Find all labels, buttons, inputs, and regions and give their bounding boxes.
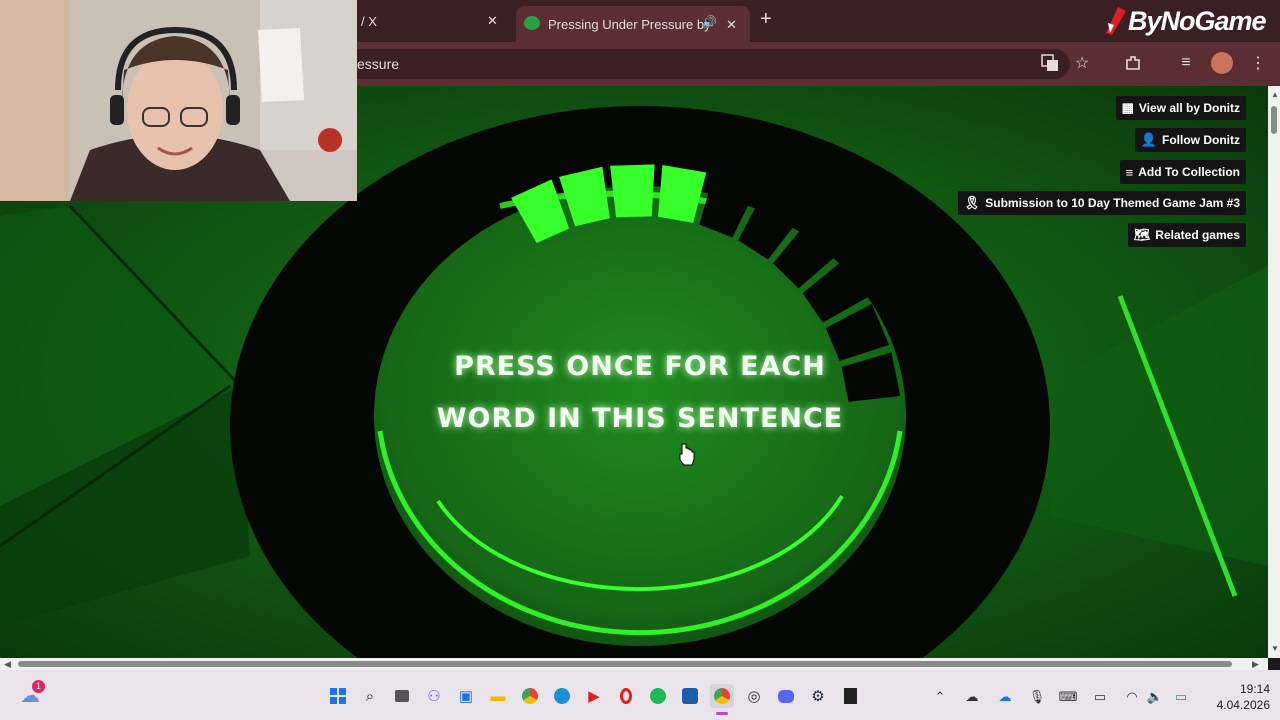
- epic-games-icon[interactable]: [838, 684, 862, 708]
- active-app-indicator: [716, 712, 728, 715]
- watermark-icon: [1106, 7, 1126, 35]
- wifi-icon[interactable]: ◠: [1123, 688, 1141, 706]
- onedrive-error-icon[interactable]: ☁: [963, 688, 981, 706]
- store-app-icon[interactable]: ▣: [454, 684, 478, 708]
- volume-icon[interactable]: 🔈: [1146, 688, 1164, 706]
- progress-segment: [610, 164, 655, 218]
- task-view-icon[interactable]: [390, 684, 414, 708]
- view-all-label: View all by Donitz: [1138, 101, 1240, 115]
- chrome-icon[interactable]: [518, 684, 542, 708]
- chrome-active-icon[interactable]: [710, 684, 734, 708]
- bookmark-star-icon[interactable]: ☆: [1068, 49, 1096, 77]
- menu-kebab-icon[interactable]: ⋮: [1244, 49, 1272, 77]
- instruction-line-1: PRESS ONCE FOR EACH: [454, 351, 826, 382]
- keyboard-icon[interactable]: ⌨: [1059, 688, 1078, 706]
- add-collection-label: Add To Collection: [1138, 165, 1240, 179]
- onedrive-icon[interactable]: ☁: [996, 688, 1014, 706]
- media-control-icon[interactable]: ≡: [1172, 49, 1200, 77]
- tab-active[interactable]: Pressing Under Pressure by 🔊 ✕: [516, 6, 750, 42]
- watermark-logo: ByNoGame: [1100, 2, 1280, 40]
- edge-icon[interactable]: [550, 684, 574, 708]
- scroll-left-icon[interactable]: ◀: [4, 659, 11, 670]
- related-games-button[interactable]: 🗺 Related games: [1127, 223, 1246, 247]
- scroll-up-icon[interactable]: ▲: [1271, 90, 1279, 99]
- related-label: Related games: [1155, 228, 1240, 242]
- map-icon: 🗺: [1133, 227, 1151, 242]
- instruction-text: PRESS ONCE FOR EACH WORD IN THIS SENTENC…: [380, 341, 900, 445]
- media-player-icon[interactable]: ▶: [582, 684, 606, 708]
- microphone-icon[interactable]: 🎙: [1028, 688, 1046, 706]
- notification-badge: 1: [32, 680, 45, 693]
- start-icon[interactable]: [326, 684, 350, 708]
- weather-widget[interactable]: ☁ 1: [20, 680, 46, 707]
- speaker-icon[interactable]: 🔊: [702, 15, 717, 29]
- file-explorer-icon[interactable]: ▬: [486, 684, 510, 708]
- horizontal-scrollbar[interactable]: ◀ ▶: [0, 658, 1268, 670]
- add-user-icon: 👤: [1140, 132, 1158, 147]
- tab-favicon-icon: [524, 16, 540, 30]
- award-icon: 🎗: [963, 195, 981, 210]
- address-bar[interactable]: essure: [300, 49, 1070, 79]
- spotify-icon[interactable]: [646, 684, 670, 708]
- submission-button[interactable]: 🎗 Submission to 10 Day Themed Game Jam #3: [957, 191, 1246, 215]
- profile-avatar[interactable]: [1211, 52, 1233, 74]
- vertical-scroll-thumb[interactable]: [1271, 106, 1277, 134]
- search-icon[interactable]: ⌕: [358, 684, 382, 708]
- translate-icon[interactable]: [1036, 49, 1064, 77]
- add-collection-button[interactable]: ≡ Add To Collection: [1119, 160, 1246, 184]
- clock-time: 19:14: [1239, 682, 1270, 696]
- address-text: essure: [357, 56, 400, 72]
- close-icon[interactable]: ✕: [726, 17, 737, 33]
- horizontal-scroll-thumb[interactable]: [18, 661, 1232, 667]
- battery-icon[interactable]: ▭: [1172, 688, 1190, 706]
- tab-previous[interactable]: / X ✕: [357, 7, 517, 35]
- submission-label: Submission to 10 Day Themed Game Jam #3: [985, 196, 1240, 210]
- close-icon[interactable]: ✕: [487, 13, 498, 29]
- webcam-overlay: [0, 0, 357, 201]
- instruction-line-2: WORD IN THIS SENTENCE: [436, 403, 844, 434]
- scroll-down-icon[interactable]: ▼: [1271, 644, 1279, 653]
- webcam-image: [0, 0, 357, 201]
- store-icon: ▦: [1121, 100, 1134, 115]
- taskbar: [0, 670, 1280, 720]
- follow-button[interactable]: 👤 Follow Donitz: [1134, 128, 1246, 152]
- follow-label: Follow Donitz: [1162, 133, 1240, 147]
- new-tab-button[interactable]: +: [760, 8, 772, 31]
- watermark-text: ByNoGame: [1128, 5, 1267, 36]
- code-app-icon[interactable]: [678, 684, 702, 708]
- vertical-scrollbar[interactable]: ▲ ▼: [1268, 86, 1280, 658]
- clock-date: 4.04.2026: [1216, 698, 1270, 712]
- display-icon[interactable]: ▭: [1091, 688, 1109, 706]
- view-all-button[interactable]: ▦ View all by Donitz: [1115, 96, 1246, 120]
- obs-icon[interactable]: ◎: [742, 684, 766, 708]
- add-list-icon: ≡: [1125, 164, 1134, 180]
- scroll-right-icon[interactable]: ▶: [1252, 659, 1259, 670]
- tray-overflow-icon[interactable]: ⌃: [931, 688, 949, 706]
- discord-icon[interactable]: [774, 684, 798, 708]
- extensions-icon[interactable]: [1119, 49, 1147, 77]
- steam-icon[interactable]: ⚙: [806, 684, 830, 708]
- tab-active-label: Pressing Under Pressure by: [548, 17, 711, 32]
- clock[interactable]: 19:14 4.04.2026: [1200, 681, 1270, 713]
- opera-icon[interactable]: [614, 684, 638, 708]
- tab-previous-label: / X: [361, 13, 377, 29]
- teams-icon[interactable]: ⚇: [422, 684, 446, 708]
